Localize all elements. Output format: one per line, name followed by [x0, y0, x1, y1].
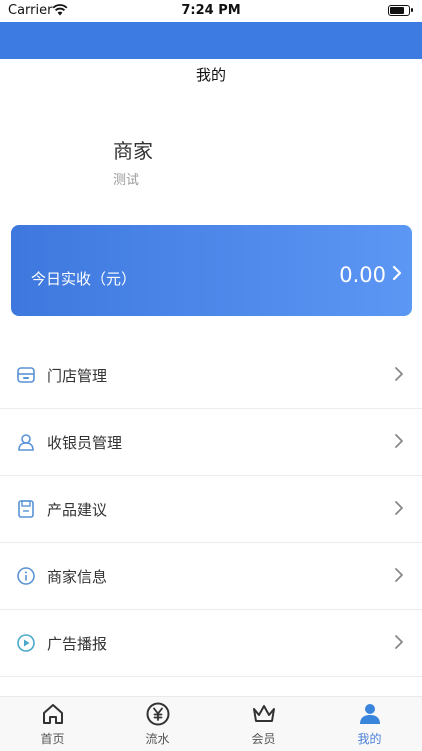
- battery-icon: [388, 5, 413, 16]
- tab-home[interactable]: 首页: [0, 697, 105, 751]
- menu-item-label: 门店管理: [47, 367, 108, 385]
- menu-item-product-suggestion[interactable]: 产品建议: [0, 476, 422, 543]
- menu-item-cashier-management[interactable]: 收银员管理: [0, 409, 422, 476]
- chevron-right-icon: [394, 634, 404, 654]
- menu-item-ad-broadcast[interactable]: 广告播报: [0, 610, 422, 677]
- save-icon: [16, 499, 36, 519]
- crown-icon: [251, 701, 277, 727]
- home-icon: [40, 701, 66, 727]
- info-icon: [16, 566, 36, 586]
- menu-list: 门店管理 收银员管理 产品建议 商家信息 广告播报: [0, 342, 422, 677]
- chevron-right-icon: [394, 567, 404, 587]
- yen-icon: [145, 701, 171, 727]
- page-title: 我的: [195, 66, 226, 84]
- today-income-amount: 0.00: [339, 263, 386, 287]
- chevron-right-icon: [392, 265, 402, 285]
- menu-item-store-management[interactable]: 门店管理: [0, 342, 422, 409]
- tab-label: 流水: [145, 732, 170, 746]
- tab-label: 会员: [251, 732, 276, 746]
- header-band: [0, 22, 422, 59]
- merchant-name: 商家: [113, 139, 153, 163]
- tab-label: 首页: [40, 732, 65, 746]
- merchant-subtitle: 测试: [113, 173, 140, 188]
- today-income-label: 今日实收（元）: [31, 270, 137, 288]
- menu-item-label: 产品建议: [47, 501, 108, 519]
- tab-transactions[interactable]: 流水: [105, 697, 210, 751]
- clock: 7:24 PM: [181, 3, 241, 18]
- store-icon: [16, 365, 36, 385]
- broadcast-icon: [16, 633, 36, 653]
- user-icon: [16, 432, 36, 452]
- chevron-right-icon: [394, 366, 404, 386]
- tab-members[interactable]: 会员: [211, 697, 316, 751]
- tab-label: 我的: [357, 732, 382, 746]
- menu-item-label: 收银员管理: [47, 434, 123, 452]
- menu-item-merchant-info[interactable]: 商家信息: [0, 543, 422, 610]
- menu-item-label: 商家信息: [47, 568, 108, 586]
- tab-bar: 首页 流水 会员 我的: [0, 696, 422, 751]
- chevron-right-icon: [394, 433, 404, 453]
- chevron-right-icon: [394, 500, 404, 520]
- status-bar: Carrier 7:24 PM: [0, 0, 422, 22]
- person-icon: [357, 701, 383, 727]
- tab-mine[interactable]: 我的: [317, 697, 422, 751]
- menu-item-label: 广告播报: [47, 635, 108, 653]
- today-income-card[interactable]: 今日实收（元） 0.00: [11, 225, 412, 316]
